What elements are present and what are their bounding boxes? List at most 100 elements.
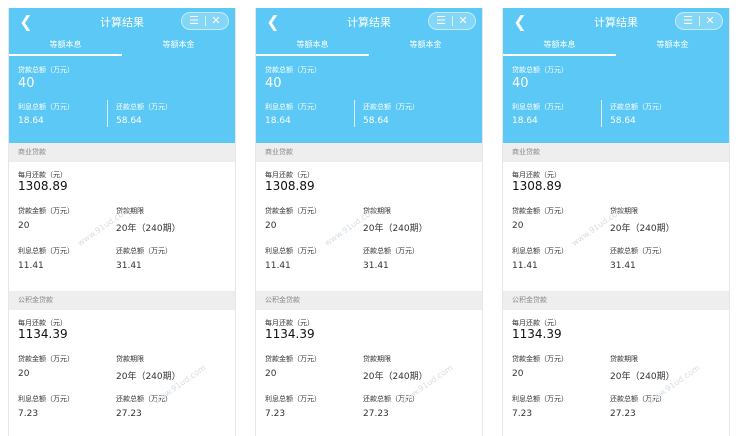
- total-interest-value: 18.64: [18, 116, 44, 126]
- loan-amount-cell: 贷款金额（万元） 20: [18, 354, 74, 379]
- blue-header-area: ❮ 计算结果 ☰ ✕ 等额本息 等额本金 贷款总额（万元） 40 利息总额（万元…: [503, 8, 729, 143]
- loan-amount-label: 贷款金额（万元）: [265, 355, 321, 363]
- commercial-section-header: 商业贷款: [256, 143, 482, 162]
- loan-amount-label: 贷款金额（万元）: [18, 207, 74, 215]
- menu-icon[interactable]: ☰: [182, 13, 206, 29]
- tab-equal-principal[interactable]: 等额本金: [616, 36, 729, 56]
- repay-total-label: 还款总额（万元）: [610, 395, 666, 403]
- total-repay-label: 还款总额（万元）: [610, 103, 666, 111]
- interest-total-label: 利息总额（万元）: [512, 247, 568, 255]
- mini-program-capsule: ☰ ✕: [428, 12, 476, 30]
- mini-program-capsule: ☰ ✕: [675, 12, 723, 30]
- repay-cell: 还款总额（万元） 27.23: [363, 394, 419, 419]
- total-repay-label: 还款总额（万元）: [116, 103, 172, 111]
- tab-equal-installment[interactable]: 等额本息: [503, 36, 616, 56]
- loan-term-value: 20年（240期）: [116, 224, 181, 234]
- repay-total-value: 27.23: [116, 409, 142, 419]
- menu-icon[interactable]: ☰: [676, 13, 700, 29]
- interest-total-value: 7.23: [512, 409, 533, 419]
- total-interest-value: 18.64: [512, 116, 538, 126]
- summary-card: 贷款总额（万元） 40 利息总额（万元） 18.64 还款总额（万元） 58.6…: [9, 56, 235, 143]
- interest-cell: 利息总额（万元） 11.41: [512, 246, 568, 271]
- monthly-payment-value: 1308.89: [18, 179, 68, 193]
- loan-amount-cell: 贷款金额（万元） 20: [265, 206, 321, 231]
- blue-header-area: ❮ 计算结果 ☰ ✕ 等额本息 等额本金 贷款总额（万元） 40 利息总额（万元…: [9, 8, 235, 143]
- loan-term-cell: 贷款期限 20年（240期）: [610, 354, 675, 382]
- close-icon[interactable]: ✕: [451, 13, 475, 29]
- loan-amount-value: 20: [18, 369, 30, 379]
- repay-cell: 还款总额（万元） 31.41: [363, 246, 419, 271]
- loan-amount-value: 20: [512, 221, 524, 231]
- phone-screen: ❮ 计算结果 ☰ ✕ 等额本息 等额本金 贷款总额（万元） 40 利息总额（万元…: [8, 8, 236, 436]
- interest-total-label: 利息总额（万元）: [18, 395, 74, 403]
- tab-equal-installment[interactable]: 等额本息: [9, 36, 122, 56]
- fund-loan-block: 每月还款（元） 1134.39 贷款金额（万元） 20 贷款期限 20年（240…: [256, 310, 482, 436]
- loan-term-value: 20年（240期）: [363, 372, 428, 382]
- loan-amount-cell: 贷款金额（万元） 20: [512, 354, 568, 379]
- fund-section-header: 公积金贷款: [256, 291, 482, 310]
- loan-term-label: 贷款期限: [363, 207, 391, 215]
- repay-total-label: 还款总额（万元）: [116, 247, 172, 255]
- total-loan-label: 贷款总额（万元）: [18, 66, 74, 74]
- fund-section-header: 公积金贷款: [9, 291, 235, 310]
- total-interest-value: 18.64: [265, 116, 291, 126]
- summary-divider: [601, 100, 602, 127]
- tab-bar: 等额本息 等额本金: [503, 36, 729, 56]
- loan-amount-value: 20: [265, 221, 277, 231]
- loan-term-value: 20年（240期）: [116, 372, 181, 382]
- total-interest-label: 利息总额（万元）: [18, 103, 74, 111]
- loan-term-cell: 贷款期限 20年（240期）: [610, 206, 675, 234]
- total-loan-label: 贷款总额（万元）: [512, 66, 568, 74]
- tab-equal-principal[interactable]: 等额本金: [369, 36, 482, 56]
- repay-total-value: 27.23: [610, 409, 636, 419]
- loan-term-cell: 贷款期限 20年（240期）: [363, 354, 428, 382]
- loan-term-label: 贷款期限: [610, 355, 638, 363]
- interest-total-value: 11.41: [512, 261, 538, 271]
- total-repay-value: 58.64: [363, 116, 389, 126]
- monthly-payment-value: 1308.89: [512, 179, 562, 193]
- summary-card: 贷款总额（万元） 40 利息总额（万元） 18.64 还款总额（万元） 58.6…: [256, 56, 482, 143]
- repay-total-label: 还款总额（万元）: [610, 247, 666, 255]
- total-repay-value: 58.64: [610, 116, 636, 126]
- interest-total-value: 11.41: [18, 261, 44, 271]
- repay-cell: 还款总额（万元） 27.23: [116, 394, 172, 419]
- loan-term-cell: 贷款期限 20年（240期）: [116, 206, 181, 234]
- phone-screen: ❮ 计算结果 ☰ ✕ 等额本息 等额本金 贷款总额（万元） 40 利息总额（万元…: [502, 8, 730, 436]
- interest-total-label: 利息总额（万元）: [265, 247, 321, 255]
- loan-term-value: 20年（240期）: [610, 224, 675, 234]
- loan-amount-label: 贷款金额（万元）: [512, 207, 568, 215]
- total-interest-block: 利息总额（万元） 18.64: [512, 102, 568, 126]
- close-icon[interactable]: ✕: [698, 13, 722, 29]
- loan-term-value: 20年（240期）: [363, 224, 428, 234]
- menu-icon[interactable]: ☰: [429, 13, 453, 29]
- repay-total-value: 31.41: [363, 261, 389, 271]
- close-icon[interactable]: ✕: [204, 13, 228, 29]
- fund-loan-block: 每月还款（元） 1134.39 贷款金额（万元） 20 贷款期限 20年（240…: [9, 310, 235, 436]
- loan-amount-cell: 贷款金额（万元） 20: [265, 354, 321, 379]
- tab-equal-installment[interactable]: 等额本息: [256, 36, 369, 56]
- interest-cell: 利息总额（万元） 11.41: [265, 246, 321, 271]
- loan-term-label: 贷款期限: [116, 355, 144, 363]
- loan-amount-label: 贷款金额（万元）: [265, 207, 321, 215]
- total-loan-value: 40: [18, 76, 35, 91]
- commercial-section-header: 商业贷款: [503, 143, 729, 162]
- tab-equal-principal[interactable]: 等额本金: [122, 36, 235, 56]
- interest-total-value: 7.23: [265, 409, 286, 419]
- commercial-loan-block: 每月还款（元） 1308.89 贷款金额（万元） 20 贷款期限 20年（240…: [503, 162, 729, 291]
- repay-total-value: 31.41: [610, 261, 636, 271]
- repay-total-label: 还款总额（万元）: [363, 247, 419, 255]
- loan-term-value: 20年（240期）: [610, 372, 675, 382]
- mini-program-capsule: ☰ ✕: [181, 12, 229, 30]
- interest-cell: 利息总额（万元） 11.41: [18, 246, 74, 271]
- loan-term-label: 贷款期限: [116, 207, 144, 215]
- loan-amount-value: 20: [512, 369, 524, 379]
- loan-amount-cell: 贷款金额（万元） 20: [18, 206, 74, 231]
- phone-screen: ❮ 计算结果 ☰ ✕ 等额本息 等额本金 贷款总额（万元） 40 利息总额（万元…: [255, 8, 483, 436]
- loan-amount-value: 20: [18, 221, 30, 231]
- total-loan-value: 40: [265, 76, 282, 91]
- total-interest-label: 利息总额（万元）: [512, 103, 568, 111]
- total-repay-label: 还款总额（万元）: [363, 103, 419, 111]
- interest-total-label: 利息总额（万元）: [18, 247, 74, 255]
- tab-bar: 等额本息 等额本金: [9, 36, 235, 56]
- total-repay-block: 还款总额（万元） 58.64: [116, 102, 172, 126]
